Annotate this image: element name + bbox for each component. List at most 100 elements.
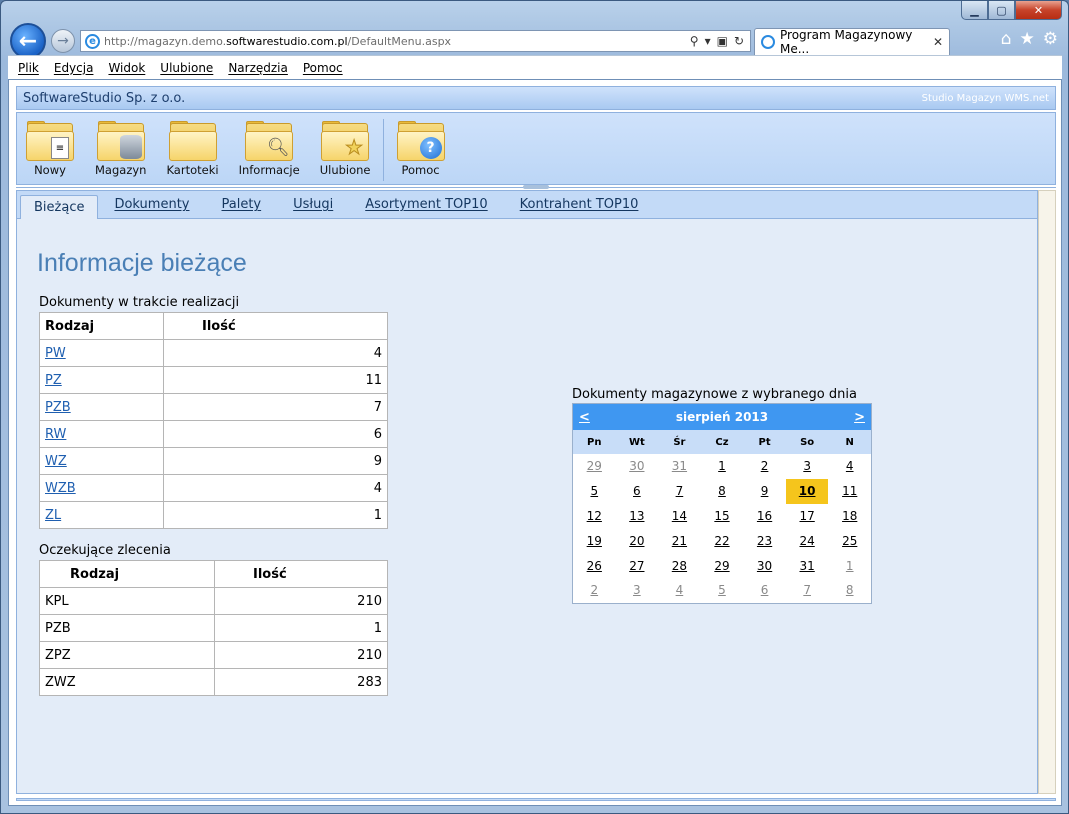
calendar-day[interactable]: 18: [828, 504, 871, 529]
url-text[interactable]: http://magazyn.demo.softwarestudio.com.p…: [104, 35, 451, 48]
calendar-day[interactable]: 10: [785, 478, 829, 504]
calendar-day[interactable]: 8: [701, 479, 744, 504]
calendar-day[interactable]: 21: [658, 528, 701, 553]
calendar-day[interactable]: 6: [616, 479, 659, 504]
splitter-grip[interactable]: [523, 185, 549, 189]
toolbar-ulubione[interactable]: ★ Ulubione: [320, 113, 371, 177]
calendar-day[interactable]: 7: [658, 479, 701, 504]
calendar-day[interactable]: 3: [616, 578, 659, 603]
doc-type-link[interactable]: PZ: [45, 373, 62, 388]
calendar-day[interactable]: 9: [743, 479, 786, 504]
compatibility-icon[interactable]: ▣: [717, 34, 728, 48]
calendar-day[interactable]: 22: [701, 528, 744, 553]
calendar-day[interactable]: 26: [573, 553, 616, 578]
calendar-day[interactable]: 16: [743, 504, 786, 529]
calendar-day[interactable]: 29: [701, 553, 744, 578]
calendar-day[interactable]: 13: [616, 504, 659, 529]
calendar-day[interactable]: 11: [828, 479, 871, 504]
calendar-day[interactable]: 6: [743, 578, 786, 603]
tab-asortyment-top10[interactable]: Asortyment TOP10: [349, 197, 503, 218]
calendar-day[interactable]: 24: [786, 528, 829, 553]
tab-dokumenty[interactable]: Dokumenty: [98, 197, 205, 218]
table-row: KPL 210: [39, 587, 388, 615]
cell-ilosc: 1: [163, 501, 388, 529]
calendar-day[interactable]: 30: [616, 454, 659, 479]
doc-type-link[interactable]: RW: [45, 427, 66, 442]
calendar-day[interactable]: 19: [573, 528, 616, 553]
doc-type-link[interactable]: PZB: [45, 400, 71, 415]
tab-palety[interactable]: Palety: [206, 197, 278, 218]
toolbar-nowy[interactable]: ≡ Nowy: [25, 113, 75, 177]
calendar-day[interactable]: 30: [743, 553, 786, 578]
refresh-icon[interactable]: ↻: [734, 34, 744, 48]
search-icon[interactable]: ⚲: [690, 34, 699, 48]
minimize-button[interactable]: ▁: [961, 1, 988, 20]
calendar-day[interactable]: 2: [743, 454, 786, 479]
menu-narzedzia[interactable]: Narzędzia: [228, 61, 288, 75]
calendar-weekdays: Pn Wt Śr Cz Pt So N: [573, 430, 871, 454]
tab-bar: Bieżące Dokumenty Palety Usługi Asortyme…: [17, 191, 1037, 219]
toolbar-separator: [382, 119, 384, 181]
address-bar[interactable]: e http://magazyn.demo.softwarestudio.com…: [80, 30, 751, 52]
calendar-day[interactable]: 28: [658, 553, 701, 578]
close-window-button[interactable]: ✕: [1015, 1, 1062, 20]
home-icon[interactable]: ⌂: [1001, 29, 1012, 49]
calendar-day[interactable]: 29: [573, 454, 616, 479]
calendar-day[interactable]: 17: [786, 504, 829, 529]
doc-type-link[interactable]: PW: [45, 346, 66, 361]
calendar-day[interactable]: 15: [701, 504, 744, 529]
menu-plik[interactable]: Plik: [18, 61, 39, 75]
doc-type-link[interactable]: ZL: [45, 508, 61, 523]
orders-caption: Oczekujące zlecenia: [39, 543, 171, 558]
forward-button[interactable]: →: [51, 29, 75, 53]
maximize-button[interactable]: ▢: [988, 1, 1015, 20]
toolbar-informacje[interactable]: 🔍︎ Informacje: [239, 113, 300, 177]
calendar-day[interactable]: 2: [573, 578, 616, 603]
calendar-day[interactable]: 3: [786, 454, 829, 479]
calendar-day[interactable]: 31: [786, 553, 829, 578]
dropdown-icon[interactable]: ▾: [705, 34, 711, 48]
calendar-day[interactable]: 7: [786, 578, 829, 603]
browser-tab[interactable]: Program Magazynowy Me... ✕: [754, 28, 950, 56]
doc-type-link[interactable]: WZB: [45, 481, 76, 496]
toolbar-magazyn[interactable]: Magazyn: [95, 113, 146, 177]
menu-edycja[interactable]: Edycja: [54, 61, 94, 75]
calendar-day[interactable]: 4: [658, 578, 701, 603]
col-ilosc: Ilość: [163, 312, 388, 340]
calendar-day[interactable]: 1: [701, 454, 744, 479]
calendar-day[interactable]: 31: [658, 454, 701, 479]
menu-pomoc[interactable]: Pomoc: [303, 61, 343, 75]
calendar-next-month[interactable]: >: [854, 410, 865, 425]
doc-type-link[interactable]: WZ: [45, 454, 67, 469]
close-tab-icon[interactable]: ✕: [933, 35, 943, 49]
toolbar-pomoc[interactable]: ? Pomoc: [396, 113, 446, 177]
calendar-day[interactable]: 4: [828, 454, 871, 479]
favorites-star-icon[interactable]: ★: [1020, 29, 1035, 49]
calendar-day[interactable]: 27: [616, 553, 659, 578]
back-button[interactable]: ←: [10, 23, 46, 59]
tab-biezace[interactable]: Bieżące: [20, 195, 99, 219]
menu-ulubione[interactable]: Ulubione: [160, 61, 213, 75]
gear-icon[interactable]: ⚙: [1043, 29, 1058, 49]
calendar-day[interactable]: 5: [701, 578, 744, 603]
calendar-day[interactable]: 1: [828, 553, 871, 578]
menu-widok[interactable]: Widok: [108, 61, 145, 75]
calendar-day[interactable]: 8: [828, 578, 871, 603]
calendar-day[interactable]: 20: [616, 528, 659, 553]
calendar-day[interactable]: 14: [658, 504, 701, 529]
star-folder-icon: ★: [320, 121, 370, 161]
scrollbar[interactable]: [1038, 190, 1056, 794]
tab-kontrahent-top10[interactable]: Kontrahent TOP10: [504, 197, 655, 218]
arrow-right-icon: →: [57, 33, 69, 49]
toolbar-kartoteki[interactable]: Kartoteki: [166, 113, 219, 177]
docs-caption: Dokumenty w trakcie realizacji: [39, 295, 240, 310]
folder-icon: [168, 121, 218, 161]
calendar-day[interactable]: 12: [573, 504, 616, 529]
tab-uslugi[interactable]: Usługi: [277, 197, 349, 218]
table-header-row: Rodzaj Ilość: [39, 312, 388, 340]
calendar-prev-month[interactable]: <: [579, 410, 590, 425]
calendar-day[interactable]: 5: [573, 479, 616, 504]
calendar-day[interactable]: 23: [743, 528, 786, 553]
calendar-day[interactable]: 25: [828, 528, 871, 553]
url-path: /DefaultMenu.aspx: [347, 34, 452, 48]
